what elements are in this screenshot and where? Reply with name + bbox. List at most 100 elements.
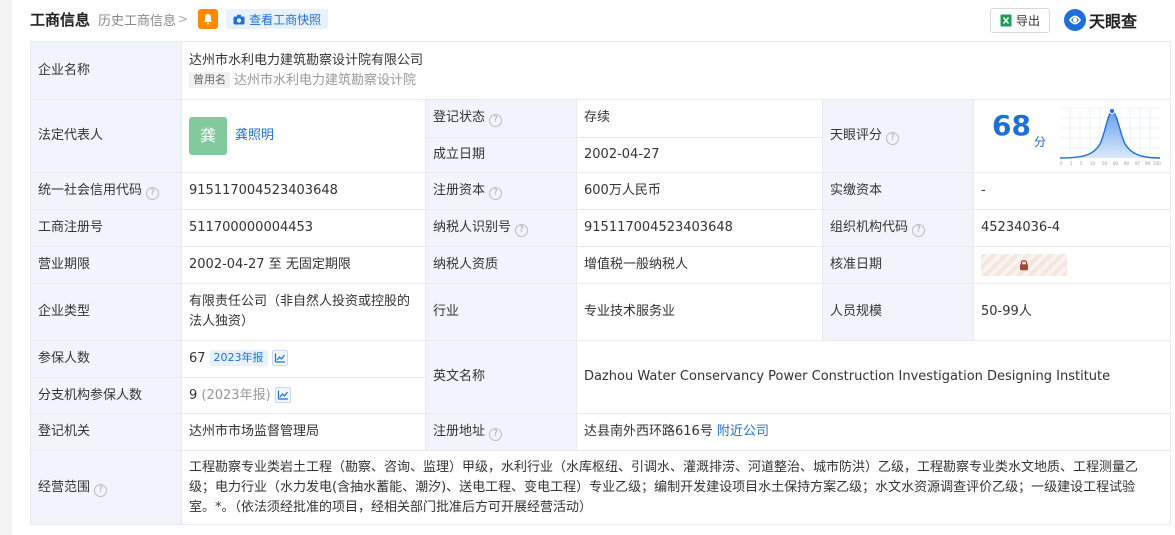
help-icon[interactable]: ? <box>489 114 503 128</box>
table-row: 企业名称 达州市水利电力建筑勘察设计院有限公司 曾用名 达州市水利电力建筑勘察设计… <box>30 41 1172 100</box>
found-date-label: 成立日期 <box>425 136 577 173</box>
trend-chart-icon[interactable] <box>274 386 291 403</box>
branch-insured-label: 分支机构参保人数 <box>30 377 182 414</box>
table-row: 经营范围? 工程勘察专业类岩土工程（勘察、咨询、监理）甲级，水利行业（水库枢纽、… <box>30 450 1172 525</box>
org-code-label: 组织机构代码 <box>830 220 909 235</box>
legal-rep-name[interactable]: 龚照明 <box>235 128 274 143</box>
table-row: 统一社会信用代码? 915117004523403648 注册资本? 600万人… <box>30 172 1172 210</box>
company-name-cell: 达州市水利电力建筑勘察设计院有限公司 曾用名 达州市水利电力建筑勘察设计院 <box>180 41 1172 100</box>
credit-code-label-cell: 统一社会信用代码? <box>30 172 182 210</box>
reg-status-value: 存续 <box>576 99 823 138</box>
score-label-cell: 天眼评分? <box>822 99 974 173</box>
former-name: 达州市水利电力建筑勘察设计院 <box>234 72 417 88</box>
credit-code-label: 统一社会信用代码 <box>38 183 143 198</box>
legal-rep-label: 法定代表人 <box>30 99 182 173</box>
chevron-right-icon[interactable]: > <box>178 12 188 26</box>
approval-date-label: 核准日期 <box>822 246 974 284</box>
reg-capital-label: 注册资本 <box>433 183 486 198</box>
score-axis-tick: 97 <box>1135 161 1141 166</box>
taxpayer-qual-value: 增值税一般纳税人 <box>576 246 823 284</box>
snapshot-label: 查看工商快照 <box>249 12 322 27</box>
staff-size-value: 50-99人 <box>972 283 1172 341</box>
company-type-cell: 有限责任公司（非自然人投资或控股的 法人独资） <box>181 283 426 341</box>
company-name: 达州市水利电力建筑勘察设计院有限公司 <box>189 52 424 68</box>
scope-line1: 工程勘察专业类岩土工程（勘察、咨询、监理）甲级，水利行业（水库枢纽、引调水、灌溉… <box>189 459 1139 475</box>
help-icon[interactable]: ? <box>94 483 108 497</box>
taxpayer-id-label-cell: 纳税人识别号? <box>425 209 577 247</box>
paid-capital-label: 实缴资本 <box>822 172 974 210</box>
score-cell[interactable]: 68 分 0 1 5 10 50 80 90 97 99 100 <box>972 99 1172 173</box>
address-value: 达县南外西环路616号 <box>584 424 713 439</box>
scope-label: 经营范围 <box>38 479 91 495</box>
company-name-label: 企业名称 <box>30 41 182 100</box>
address-label: 注册地址 <box>433 424 486 439</box>
trend-chart-icon[interactable] <box>271 350 288 366</box>
score-distribution-chart: 0 1 5 10 50 80 90 97 99 100 <box>1059 107 1161 166</box>
help-icon[interactable]: ? <box>489 187 503 200</box>
export-label: 导出 <box>1015 14 1040 28</box>
locked-value[interactable] <box>981 254 1067 276</box>
paid-capital-value: - <box>972 172 1172 210</box>
help-icon[interactable]: ? <box>489 428 503 441</box>
help-icon[interactable]: ? <box>886 132 900 145</box>
bell-icon <box>204 14 213 25</box>
branch-insured-value: 9 <box>189 387 198 403</box>
bell-button[interactable] <box>198 9 219 29</box>
camera-icon <box>233 14 245 24</box>
score-axis-tick: 5 <box>1080 161 1083 166</box>
score-axis-tick: 80 <box>1113 161 1119 166</box>
score-axis-tick: 1 <box>1070 161 1073 166</box>
report-year-tag[interactable]: 2023年报 <box>209 350 268 366</box>
business-info-table: 企业名称 达州市水利电力建筑勘察设计院有限公司 曾用名 达州市水利电力建筑勘察设计… <box>30 41 1172 525</box>
taxpayer-id-label: 纳税人识别号 <box>433 220 512 235</box>
section-title: 工商信息 <box>30 10 91 29</box>
help-icon[interactable]: ? <box>912 224 926 237</box>
table-row: 工商注册号 511700000004453 纳税人识别号? 9151170045… <box>30 209 1172 247</box>
insured-value: 67 <box>189 351 206 366</box>
brand-logo-icon <box>1064 9 1086 31</box>
brand-logo: 天眼查 <box>1064 8 1137 32</box>
help-icon[interactable]: ? <box>515 224 529 237</box>
score-label: 天眼评分 <box>830 128 883 143</box>
industry-value: 专业技术服务业 <box>576 283 823 341</box>
company-type-label: 企业类型 <box>30 283 182 341</box>
branch-insured-note: (2023年报) <box>201 387 271 403</box>
approval-date-cell <box>972 246 1172 284</box>
credit-code-value: 915117004523403648 <box>181 172 426 210</box>
term-label: 营业期限 <box>30 246 182 284</box>
former-name-tag: 曾用名 <box>189 71 230 88</box>
history-link[interactable]: 历史工商信息 <box>98 10 176 29</box>
org-code-label-cell: 组织机构代码? <box>822 209 974 247</box>
branch-insured-cell: 9 (2023年报) <box>181 377 426 414</box>
score-axis-tick: 50 <box>1102 161 1108 166</box>
export-button[interactable]: 导出 <box>990 8 1050 33</box>
nearby-companies-link[interactable]: 附近公司 <box>717 424 769 439</box>
excel-icon <box>1000 14 1012 27</box>
reg-no-label: 工商注册号 <box>30 209 182 247</box>
score-axis-tick: 90 <box>1124 161 1130 166</box>
term-value: 2002-04-27 至 无固定期限 <box>181 246 426 284</box>
scope-cell: 工程勘察专业类岩土工程（勘察、咨询、监理）甲级，水利行业（水库枢纽、引调水、灌溉… <box>180 450 1172 525</box>
reg-no-value: 511700000004453 <box>181 209 426 247</box>
page-left-rail <box>0 0 12 535</box>
score-axis-tick: 99 <box>1145 161 1151 166</box>
taxpayer-qual-label: 纳税人资质 <box>425 246 577 284</box>
reg-capital-label-cell: 注册资本? <box>425 172 577 210</box>
scope-line2: 级；电力行业（水力发电(含抽水蓄能、潮汐)、送电工程、变电工程）专业乙级；编制开… <box>189 479 1136 495</box>
english-name-label: 英文名称 <box>425 340 577 414</box>
authority-value: 达州市市场监督管理局 <box>181 413 426 451</box>
help-icon[interactable]: ? <box>146 187 160 200</box>
table-row: 营业期限 2002-04-27 至 无固定期限 纳税人资质 增值税一般纳税人 核… <box>30 246 1172 284</box>
taxpayer-id-value: 915117004523403648 <box>576 209 823 247</box>
company-type-line1: 有限责任公司（非自然人投资或控股的 <box>189 294 411 309</box>
score-value: 68 <box>992 109 1031 142</box>
reg-capital-value: 600万人民币 <box>576 172 823 210</box>
score-axis-tick: 0 <box>1060 161 1063 166</box>
snapshot-button[interactable]: 查看工商快照 <box>226 9 329 29</box>
org-code-value: 45234036-4 <box>972 209 1172 247</box>
table-row: 法定代表人 龚龚照明 登记状态? 存续 天眼评分? 68 分 0 1 5 10 … <box>30 99 1172 173</box>
staff-size-label: 人员规模 <box>822 283 974 341</box>
industry-label: 行业 <box>425 283 577 341</box>
scope-line3: 室。*。（依法须经批准的项目，经相关部门批准后方可开展经营活动） <box>189 499 593 515</box>
table-row: 企业类型 有限责任公司（非自然人投资或控股的 法人独资） 行业 专业技术服务业 … <box>30 283 1172 341</box>
